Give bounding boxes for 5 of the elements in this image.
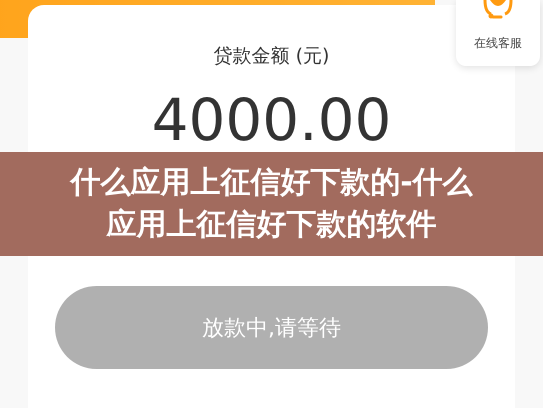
- banner-title: 什么应用上征信好下款的-什么应用上征信好下款的软件: [68, 164, 474, 244]
- customer-service-button[interactable]: 在线客服: [456, 0, 540, 66]
- loan-amount: 4000.00: [152, 91, 392, 149]
- loan-amount-label: 贷款金额 (元): [214, 44, 330, 69]
- headset-icon: [481, 0, 515, 20]
